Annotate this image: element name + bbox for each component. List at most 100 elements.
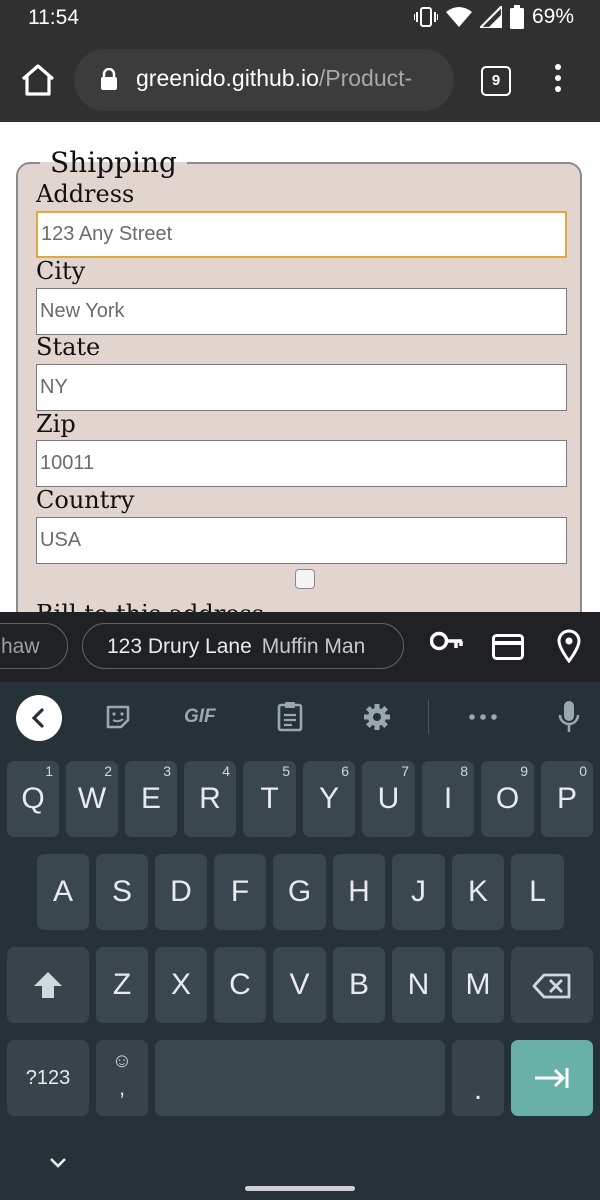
emoji-icon: ☺	[111, 1050, 133, 1072]
key-label: I	[443, 782, 453, 815]
key-g[interactable]: G	[273, 854, 326, 930]
bill-to-address-checkbox[interactable]	[295, 569, 315, 589]
url-domain: greenido.github.io	[136, 65, 319, 91]
more-options-icon[interactable]	[469, 714, 497, 720]
key-hint: 3	[163, 763, 171, 779]
period-key[interactable]: .	[452, 1040, 504, 1116]
key-hint: 2	[104, 763, 112, 779]
key-s[interactable]: S	[96, 854, 148, 930]
sticker-icon[interactable]	[104, 703, 132, 731]
shift-arrow-icon	[34, 972, 62, 998]
key-hint: 9	[520, 763, 528, 779]
gesture-nav-pill[interactable]	[245, 1186, 355, 1191]
credit-card-icon[interactable]	[492, 634, 524, 660]
home-button[interactable]	[18, 62, 58, 102]
browser-toolbar: greenido.github.io/Product- 9	[0, 40, 600, 122]
shipping-legend: Shipping	[50, 146, 177, 179]
autofill-bar: haw 123 Drury Lane Muffin Man	[0, 612, 600, 682]
shift-key[interactable]	[7, 947, 89, 1023]
city-label: City	[36, 257, 86, 285]
clipboard-icon[interactable]	[277, 700, 303, 732]
emoji-comma-key[interactable]: ☺ ,	[96, 1040, 148, 1116]
key-n[interactable]: N	[392, 947, 445, 1023]
country-input[interactable]	[36, 517, 567, 564]
key-label: U	[377, 782, 400, 815]
key-hint: 7	[401, 763, 409, 779]
key-a[interactable]: A	[37, 854, 89, 930]
key-e[interactable]: E3	[125, 761, 177, 837]
next-field-key[interactable]	[511, 1040, 593, 1116]
autofill-suggestion-main: 123 Drury Lane	[107, 635, 252, 658]
key-o[interactable]: O9	[481, 761, 534, 837]
key-r[interactable]: R4	[184, 761, 236, 837]
symbols-key[interactable]: ?123	[7, 1040, 89, 1116]
address-input[interactable]	[36, 211, 567, 258]
key-label: R	[199, 782, 221, 815]
key-f[interactable]: F	[214, 854, 266, 930]
key-c[interactable]: C	[214, 947, 266, 1023]
web-page: Shipping Address City State Zip Country …	[0, 122, 600, 612]
chevron-left-icon	[31, 708, 44, 728]
settings-gear-icon[interactable]	[362, 702, 392, 732]
country-label: Country	[36, 486, 135, 514]
keyboard-toolbar: GIF	[0, 682, 600, 752]
key-u[interactable]: U7	[362, 761, 415, 837]
zip-label: Zip	[36, 410, 76, 438]
address-label: Address	[36, 180, 135, 208]
key-z[interactable]: Z	[96, 947, 148, 1023]
key-b[interactable]: B	[333, 947, 385, 1023]
wifi-icon	[445, 7, 472, 27]
location-pin-icon[interactable]	[557, 629, 581, 663]
key-q[interactable]: Q1	[7, 761, 59, 837]
key-icon[interactable]	[430, 631, 464, 651]
comma-label: ,	[118, 1075, 126, 1100]
key-l[interactable]: L	[511, 854, 564, 930]
address-bar[interactable]: greenido.github.io/Product-	[74, 49, 454, 111]
space-key[interactable]	[155, 1040, 445, 1116]
status-bar: 11:54 69%	[0, 0, 600, 40]
key-hint: 4	[222, 763, 230, 779]
bill-to-address-label: Bill to this address	[36, 600, 264, 612]
autofill-suggestion-prev[interactable]: haw	[0, 623, 68, 669]
key-y[interactable]: Y6	[303, 761, 355, 837]
key-v[interactable]: V	[273, 947, 326, 1023]
status-icons: 69%	[413, 5, 574, 29]
key-m[interactable]: M	[452, 947, 504, 1023]
overflow-menu-button[interactable]	[548, 64, 568, 98]
key-t[interactable]: T5	[243, 761, 296, 837]
key-hint: 5	[282, 763, 290, 779]
autofill-suggestion-sub: Muffin Man	[261, 635, 366, 658]
battery-percent: 69%	[531, 5, 574, 28]
status-time: 11:54	[28, 6, 79, 29]
key-label: E	[140, 782, 161, 815]
key-label: Y	[318, 782, 339, 815]
key-x[interactable]: X	[155, 947, 207, 1023]
backspace-key[interactable]	[511, 947, 593, 1023]
key-hint: 6	[341, 763, 349, 779]
lock-icon	[101, 68, 117, 90]
gif-button[interactable]: GIF	[184, 706, 216, 728]
key-i[interactable]: I8	[422, 761, 474, 837]
zip-input[interactable]	[36, 440, 567, 487]
key-d[interactable]: D	[155, 854, 207, 930]
key-k[interactable]: K	[452, 854, 504, 930]
home-icon	[21, 64, 55, 96]
key-j[interactable]: J	[392, 854, 445, 930]
keyboard-back-button[interactable]	[16, 695, 62, 741]
tab-switcher-button[interactable]: 9	[481, 66, 511, 96]
url-path: /Product-	[318, 65, 413, 91]
key-h[interactable]: H	[333, 854, 385, 930]
battery-icon	[509, 5, 524, 29]
key-p[interactable]: P0	[541, 761, 593, 837]
key-label: T	[260, 782, 279, 815]
key-hint: 1	[45, 763, 53, 779]
signal-icon	[479, 6, 502, 28]
key-label: O	[495, 782, 520, 815]
key-w[interactable]: W2	[66, 761, 118, 837]
microphone-icon[interactable]	[558, 700, 580, 734]
hide-keyboard-chevron-icon[interactable]	[48, 1156, 68, 1168]
city-input[interactable]	[36, 288, 567, 335]
backspace-icon	[532, 973, 571, 999]
autofill-suggestion[interactable]: 123 Drury Lane Muffin Man	[82, 623, 404, 669]
state-input[interactable]	[36, 364, 567, 411]
